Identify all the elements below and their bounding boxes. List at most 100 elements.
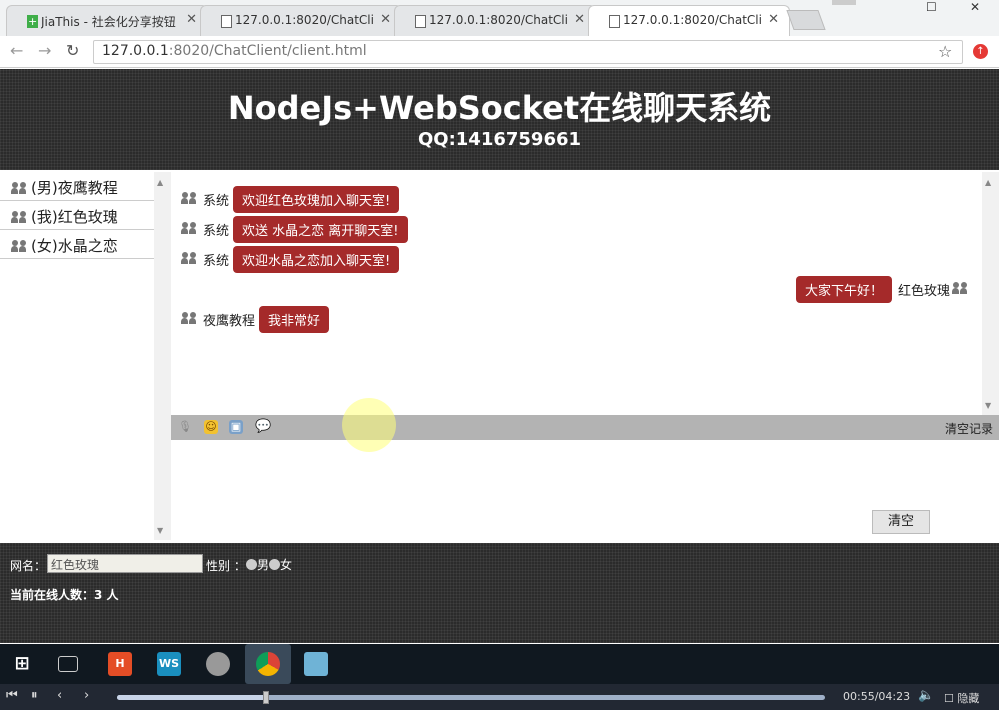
forward-icon[interactable]: → xyxy=(38,41,51,60)
new-tab-button[interactable] xyxy=(786,10,826,30)
reload-icon[interactable]: ↻ xyxy=(66,41,79,60)
progress-handle[interactable] xyxy=(262,691,269,704)
message-row-self: 大家下午好！ 红色玫瑰 xyxy=(795,276,972,303)
address-bar: ← → ↻ 127.0.0.1:8020/ChatClient/client.h… xyxy=(0,36,999,68)
prev-icon[interactable]: ‹ xyxy=(57,688,62,703)
online-user-list: (男)夜鹰教程 (我)红色玫瑰 (女)水晶之恋 xyxy=(0,172,154,540)
task-view-icon[interactable] xyxy=(58,656,78,672)
close-icon[interactable]: ✕ xyxy=(768,12,779,27)
url-field[interactable]: 127.0.0.1:8020/ChatClient/client.html xyxy=(93,40,963,64)
back-icon[interactable]: ← xyxy=(10,41,23,60)
message-sender: 系统 xyxy=(203,194,230,209)
url-path: :8020/ChatClient/client.html xyxy=(168,43,367,59)
maximize-icon[interactable]: ☐ xyxy=(926,0,937,14)
skip-back-icon[interactable]: ⏮ xyxy=(6,688,18,703)
webstorm-icon[interactable]: WS xyxy=(157,652,181,676)
page-icon xyxy=(415,15,426,28)
volume-icon[interactable]: 🔈 xyxy=(918,688,934,703)
message-bubble: 欢迎红色玫瑰加入聊天室! xyxy=(233,186,400,213)
windows-start-icon[interactable]: ⊞ xyxy=(10,652,34,676)
app-icon[interactable] xyxy=(304,652,328,676)
users-icon xyxy=(181,312,198,324)
tab-label: JiaThis - 社会化分享按钮 xyxy=(41,15,176,29)
message-bubble: 欢送 水晶之恋 离开聊天室! xyxy=(233,216,408,243)
users-icon xyxy=(181,252,198,264)
hide-toggle[interactable]: ☐ 隐藏 xyxy=(944,690,979,706)
gender-male-label: 男 xyxy=(257,558,270,572)
scroll-down-icon[interactable]: ▼ xyxy=(985,401,991,410)
page-subtitle: QQ:1416759661 xyxy=(417,129,582,150)
message-bubble: 我非常好 xyxy=(259,306,330,333)
message-toolbar: 🎙 ☺ ▣ 💬 清空记录 xyxy=(171,415,999,440)
clear-records-link[interactable]: 清空记录 xyxy=(945,420,993,437)
page-icon xyxy=(221,15,232,28)
app-icon[interactable] xyxy=(206,652,230,676)
plus-icon: + xyxy=(27,15,38,28)
users-icon xyxy=(11,211,28,223)
message-sender: 系统 xyxy=(203,254,230,269)
close-icon[interactable]: ✕ xyxy=(380,12,391,27)
chat-scrollbar[interactable]: ▲ ▼ xyxy=(982,172,999,415)
minimize-button[interactable] xyxy=(832,0,856,5)
close-icon[interactable]: ✕ xyxy=(186,12,197,27)
message-sender: 夜鹰教程 xyxy=(203,314,256,329)
playback-time: 00:55/04:23 xyxy=(843,690,911,703)
extension-icon[interactable]: ↑ xyxy=(973,44,988,59)
user-item[interactable]: (男)夜鹰教程 xyxy=(0,172,154,201)
gender-label: 性别 ： xyxy=(206,559,246,573)
scroll-up-icon[interactable]: ▲ xyxy=(985,178,991,187)
browser-tab-3[interactable]: 127.0.0.1:8020/ChatCli ✕ xyxy=(394,5,596,36)
message-row: 系统 欢迎水晶之恋加入聊天室! xyxy=(181,246,400,273)
close-window-icon[interactable]: ✕ xyxy=(970,0,980,14)
bookmark-star-icon[interactable]: ☆ xyxy=(938,42,952,61)
chat-message-area: 系统 欢迎红色玫瑰加入聊天室! 系统 欢送 水晶之恋 离开聊天室! 系统 欢迎水晶之恋… xyxy=(171,172,982,415)
user-item[interactable]: (女)水晶之恋 xyxy=(0,230,154,259)
tab-label: 127.0.0.1:8020/ChatCli xyxy=(429,13,568,27)
chrome-icon[interactable] xyxy=(256,652,280,676)
message-bubble: 大家下午好！ xyxy=(795,276,892,303)
user-list-scrollbar[interactable]: ▲ ▼ xyxy=(154,172,171,540)
page-title: NodeJs+WebSocket在线聊天系统 xyxy=(227,89,772,127)
nickname-input[interactable]: 红色玫瑰 xyxy=(47,554,203,573)
message-row: 系统 欢迎红色玫瑰加入聊天室! xyxy=(181,186,400,213)
online-count: 当前在线人数：3 人 xyxy=(10,588,119,602)
user-name: (男)夜鹰教程 xyxy=(31,179,118,197)
scroll-up-icon[interactable]: ▲ xyxy=(157,178,163,187)
user-name: (女)水晶之恋 xyxy=(31,237,118,255)
clear-button[interactable]: 清空 xyxy=(872,510,930,534)
hide-label: 隐藏 xyxy=(957,692,980,705)
user-item[interactable]: (我)红色玫瑰 xyxy=(0,201,154,230)
page-icon xyxy=(609,15,620,28)
windows-taskbar: ⊞ H WS xyxy=(0,644,999,684)
scroll-down-icon[interactable]: ▼ xyxy=(157,526,163,535)
url-host: 127.0.0.1 xyxy=(102,43,169,59)
image-icon[interactable]: ▣ xyxy=(229,420,243,434)
message-sender: 系统 xyxy=(203,224,230,239)
nickname-label: 网名： xyxy=(10,559,47,573)
emoji-icon[interactable]: ☺ xyxy=(204,420,218,434)
cursor-highlight xyxy=(342,398,396,452)
tab-label: 127.0.0.1:8020/ChatCli xyxy=(623,13,762,27)
message-row: 系统 欢送 水晶之恋 离开聊天室! xyxy=(181,216,408,243)
message-row: 夜鹰教程 我非常好 xyxy=(181,306,330,333)
browser-tab-bar: + JiaThis - 社会化分享按钮 ✕ 127.0.0.1:8020/Cha… xyxy=(0,0,999,36)
browser-tab-2[interactable]: 127.0.0.1:8020/ChatCli ✕ xyxy=(200,5,402,36)
progress-fill xyxy=(117,695,266,700)
user-name: (我)红色玫瑰 xyxy=(31,208,118,226)
chat-header: NodeJs+WebSocket在线聊天系统 QQ:1416759661 xyxy=(0,69,999,170)
close-icon[interactable]: ✕ xyxy=(574,12,585,27)
gender-male-radio[interactable] xyxy=(246,559,257,570)
chat-footer: 网名： 红色玫瑰 性别 ： 男女 当前在线人数：3 人 xyxy=(0,543,999,643)
gender-female-radio[interactable] xyxy=(269,559,281,570)
gender-female-label: 女 xyxy=(280,558,293,572)
hbuilder-icon[interactable]: H xyxy=(108,652,132,676)
pause-icon[interactable]: ⏸ xyxy=(31,688,38,703)
users-icon xyxy=(952,282,969,294)
users-icon xyxy=(11,182,28,194)
browser-tab-1[interactable]: + JiaThis - 社会化分享按钮 ✕ xyxy=(6,5,208,36)
progress-track[interactable] xyxy=(117,691,825,704)
next-icon[interactable]: › xyxy=(84,688,89,703)
browser-tab-4-active[interactable]: 127.0.0.1:8020/ChatCli ✕ xyxy=(588,5,790,36)
mic-icon[interactable]: 🎙 xyxy=(178,420,192,434)
chat-bubble-icon[interactable]: 💬 xyxy=(255,420,271,434)
